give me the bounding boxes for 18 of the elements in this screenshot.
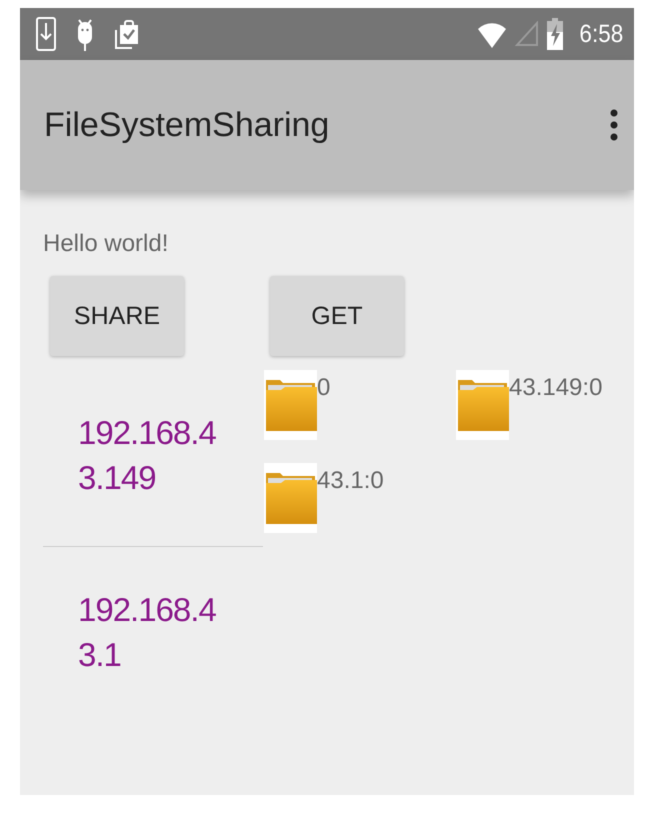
clock-time: 6:58 <box>580 20 624 48</box>
signal-icon <box>515 21 540 47</box>
folder-label: 43.1:0 <box>317 467 384 495</box>
battery-charging-icon <box>547 18 564 50</box>
android-icon <box>76 17 94 51</box>
download-icon <box>36 17 56 51</box>
folder-icon[interactable] <box>456 370 509 440</box>
folder-icon[interactable] <box>264 463 317 533</box>
folder-label: 0 <box>317 374 330 402</box>
host-address[interactable]: 192.168.43.1 <box>78 587 238 677</box>
greeting-text: Hello world! <box>43 230 168 258</box>
get-button[interactable]: GET <box>270 276 404 356</box>
folder-label: 43.149:0 <box>509 374 602 402</box>
clipboard-check-icon <box>114 18 140 50</box>
share-button[interactable]: SHARE <box>50 276 184 356</box>
host-address[interactable]: 192.168.43.149 <box>78 410 238 500</box>
folder-icon[interactable] <box>264 370 317 440</box>
app-title: FileSystemSharing <box>44 106 330 144</box>
